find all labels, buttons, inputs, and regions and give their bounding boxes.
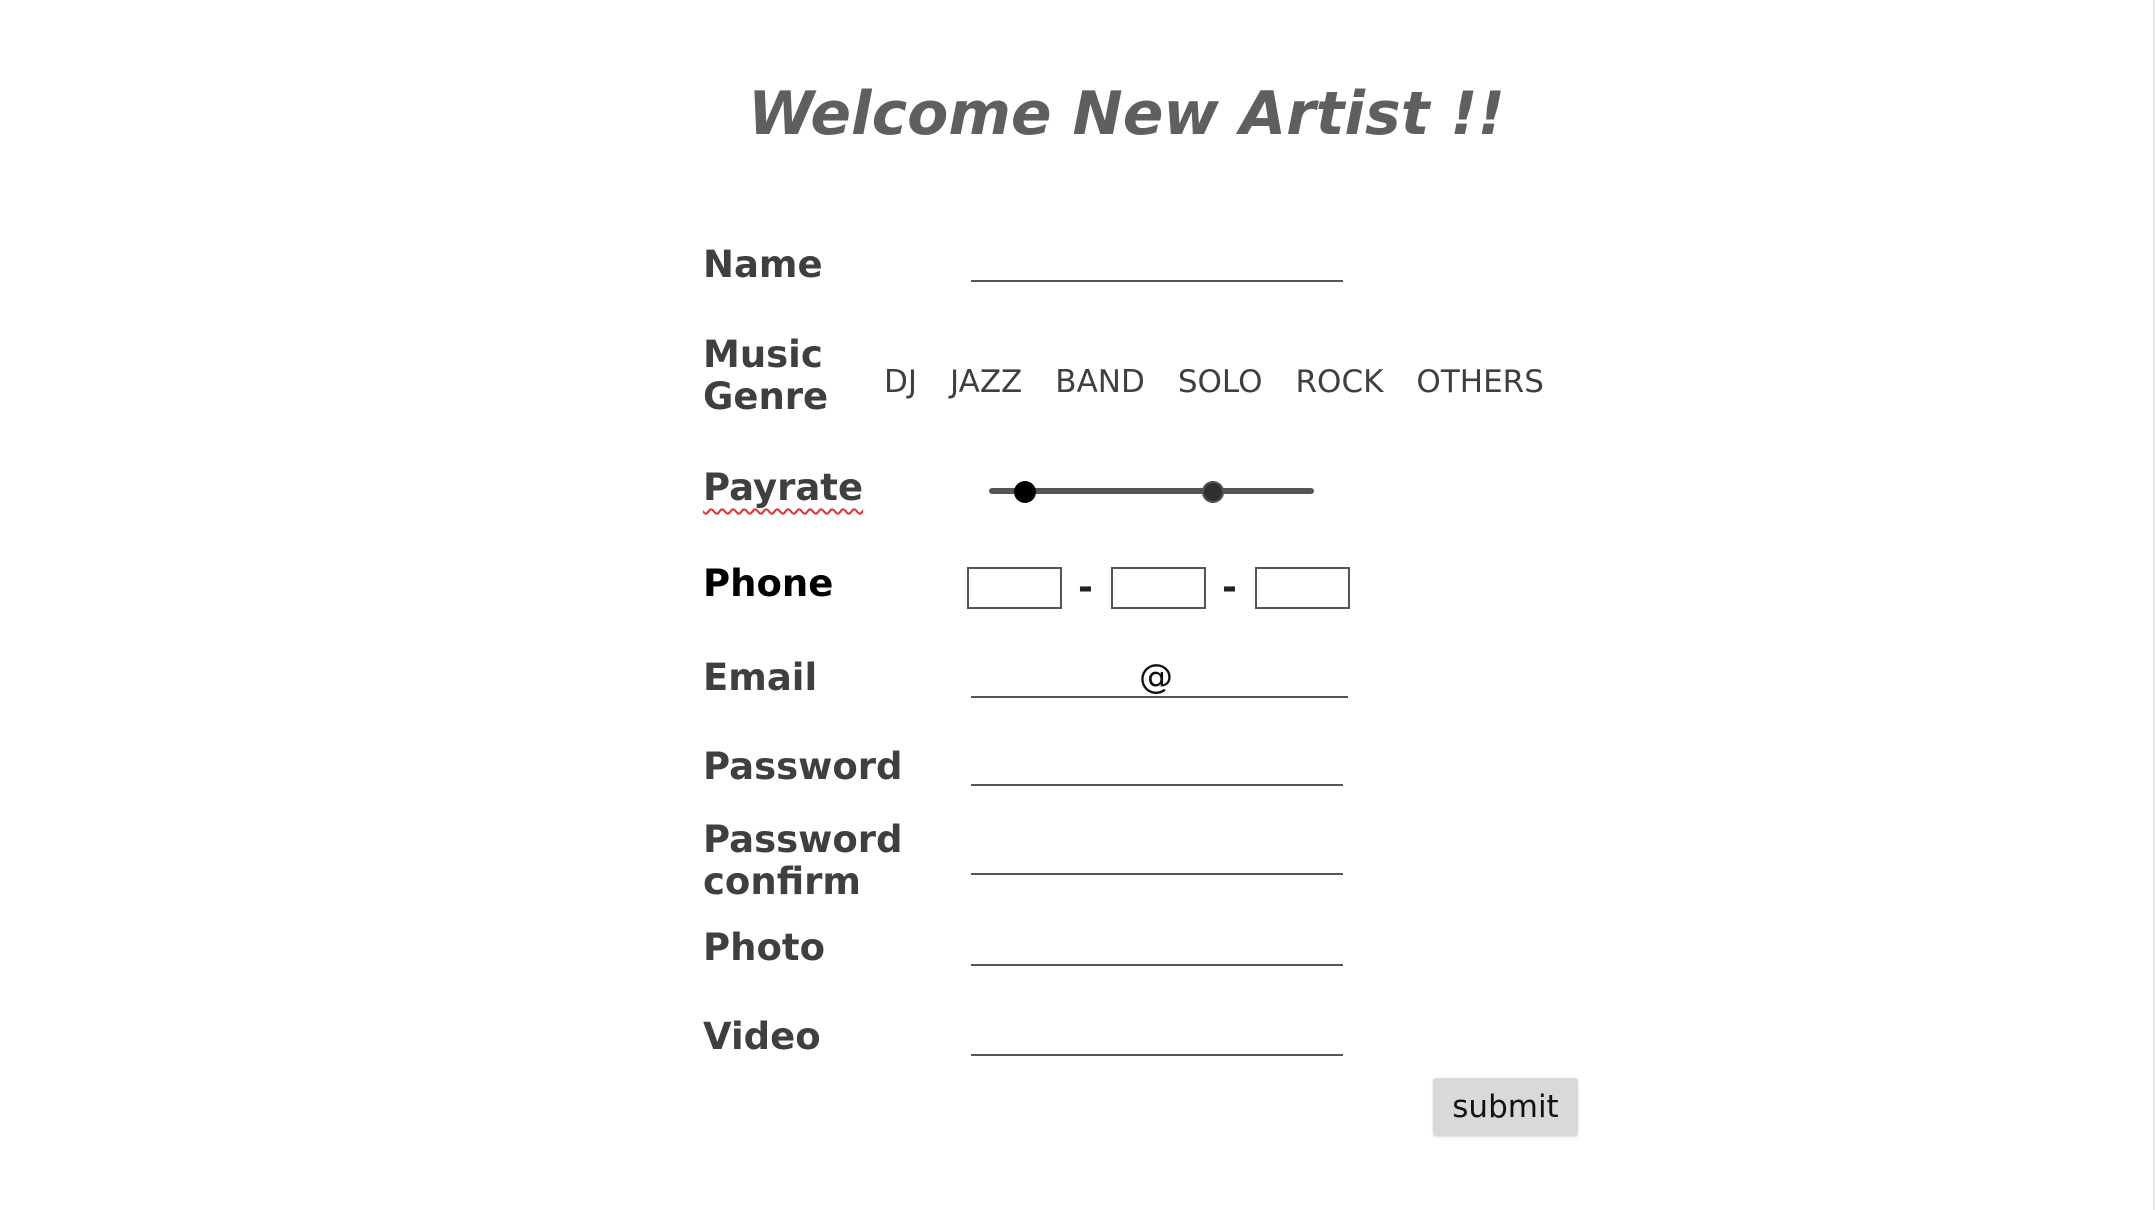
email-field: @ xyxy=(971,657,1348,698)
genre-option-jazz[interactable]: JAZZ xyxy=(950,362,1022,402)
password-label: Password xyxy=(703,745,903,788)
genre-option-rock[interactable]: ROCK xyxy=(1296,362,1384,402)
email-user-input[interactable] xyxy=(971,660,1131,694)
page-edge-divider xyxy=(2153,0,2155,1210)
genre-option-band[interactable]: BAND xyxy=(1055,362,1145,402)
genre-option-dj[interactable]: DJ xyxy=(884,362,917,402)
music-genre-label: Music Genre xyxy=(703,333,829,418)
phone-area-code-input[interactable] xyxy=(967,567,1062,609)
payrate-slider-min-handle[interactable] xyxy=(1013,481,1036,503)
phone-separator: - xyxy=(1078,567,1093,608)
password-input[interactable] xyxy=(971,750,1343,786)
photo-input[interactable] xyxy=(971,930,1343,966)
phone-prefix-input[interactable] xyxy=(1111,567,1206,609)
name-input[interactable] xyxy=(971,246,1343,282)
genre-option-solo[interactable]: SOLO xyxy=(1178,362,1263,402)
email-at-symbol: @ xyxy=(1139,657,1173,697)
phone-line-number-input[interactable] xyxy=(1255,567,1350,609)
password-confirm-input[interactable] xyxy=(971,839,1343,875)
genre-option-others[interactable]: OTHERS xyxy=(1416,362,1543,402)
phone-label: Phone xyxy=(703,562,834,605)
name-label: Name xyxy=(703,243,823,286)
email-label: Email xyxy=(703,656,818,699)
email-domain-input[interactable] xyxy=(1181,660,1346,694)
payrate-label-text: Payrate xyxy=(703,466,864,509)
page-title: Welcome New Artist !! xyxy=(748,79,1506,149)
password-confirm-label: Password confirm xyxy=(703,818,903,903)
payrate-label: Payrate xyxy=(703,466,863,510)
submit-button[interactable]: submit xyxy=(1433,1078,1578,1136)
video-label: Video xyxy=(703,1015,821,1058)
payrate-slider-max-handle[interactable] xyxy=(1202,481,1225,503)
phone-separator: - xyxy=(1222,567,1237,608)
photo-label: Photo xyxy=(703,926,825,969)
genre-options: DJ JAZZ BAND SOLO ROCK OTHERS xyxy=(884,362,1544,402)
payrate-slider-track[interactable] xyxy=(989,488,1314,494)
video-input[interactable] xyxy=(971,1020,1343,1056)
